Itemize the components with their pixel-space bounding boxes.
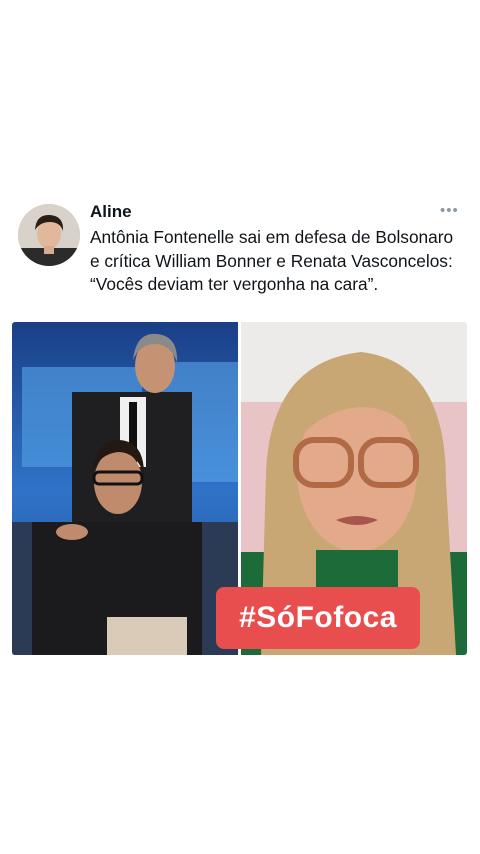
avatar-photo	[18, 204, 80, 266]
author-name[interactable]: Aline	[90, 202, 132, 222]
avatar[interactable]	[18, 204, 80, 266]
news-anchors-image	[12, 322, 238, 655]
tweet-card: Aline ••• Antônia Fontenelle sai em defe…	[0, 0, 480, 854]
more-options-icon[interactable]: •••	[440, 202, 459, 219]
sofofoca-tag: #SóFofoca	[216, 587, 420, 649]
tweet-text: Antônia Fontenelle sai em defesa de Bols…	[90, 227, 454, 294]
